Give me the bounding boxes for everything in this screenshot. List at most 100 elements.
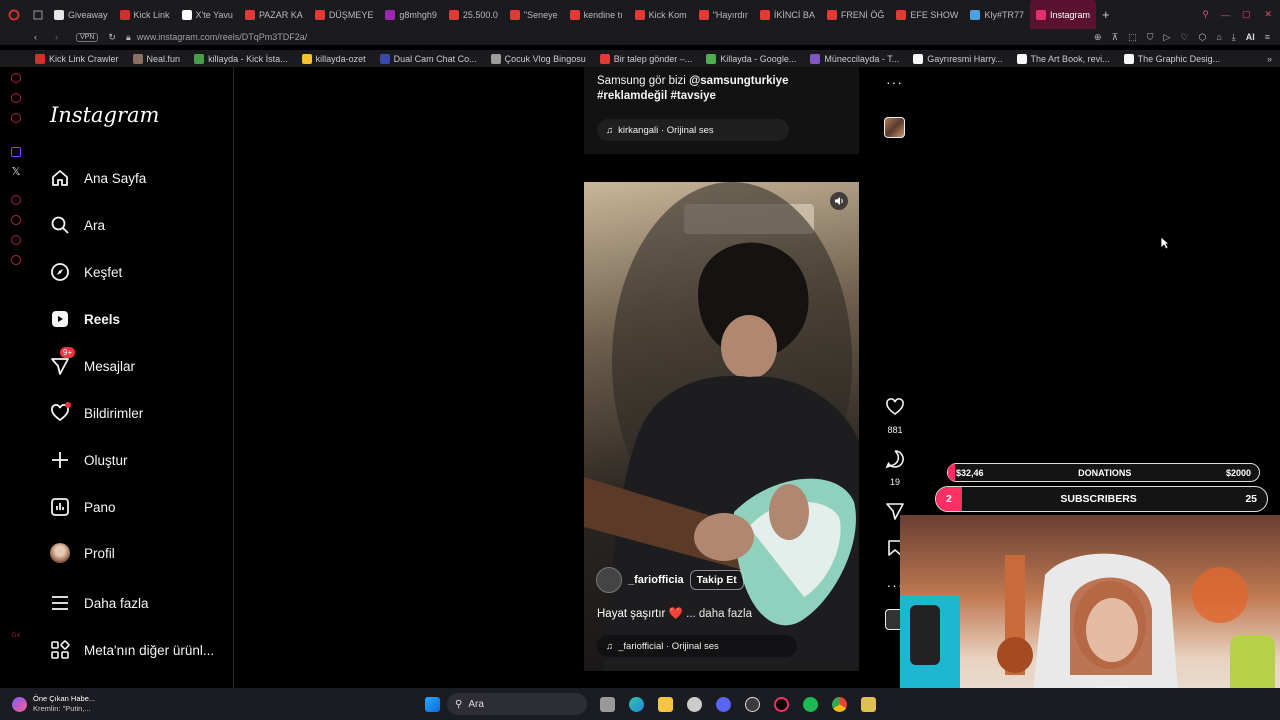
hashtag-links[interactable]: #reklamdeğil #tavsiye xyxy=(597,90,716,102)
taskbar-search[interactable]: ⚲ Ara xyxy=(447,693,587,715)
browser-tab[interactable]: FRENİ ÖĞ xyxy=(821,0,891,29)
bookmarks-overflow-icon[interactable]: » xyxy=(1267,54,1272,64)
extensions-icon[interactable]: ⬡ xyxy=(1198,32,1206,43)
mention-link[interactable]: @samsungturkiye xyxy=(689,75,788,87)
browser-tab[interactable]: "Hayırdır xyxy=(693,0,754,29)
bookmark-item[interactable]: Dual Cam Chat Co... xyxy=(373,53,484,64)
bookmark-item[interactable]: Gayrıresmi Harry... xyxy=(906,53,1009,64)
sidebar-item-more[interactable]: Daha fazla xyxy=(50,593,149,613)
sidebar-item-create[interactable]: Oluştur xyxy=(50,450,128,470)
zoom-icon[interactable]: ⊕ xyxy=(1094,32,1102,43)
read-more-link[interactable]: ... daha fazla xyxy=(686,608,752,620)
bookmark-item[interactable]: The Graphic Desig... xyxy=(1117,53,1228,64)
settings-icon[interactable] xyxy=(687,696,702,712)
sidebar-item-profile[interactable]: Profil xyxy=(50,543,115,563)
sidebar-item-search[interactable]: Ara xyxy=(50,215,105,235)
opera-sidebar-item[interactable] xyxy=(11,93,21,103)
browser-tab[interactable]: DÜŞMEYE xyxy=(309,0,380,29)
bookmark-item[interactable]: Neal.fun xyxy=(126,53,188,64)
back-icon[interactable]: ‹ xyxy=(34,32,37,42)
history-icon[interactable] xyxy=(11,215,21,225)
bookmark-item[interactable]: killayda-ozet xyxy=(295,53,373,64)
sidebar-item-explore[interactable]: Keşfet xyxy=(50,262,122,282)
sidebar-item-messages[interactable]: 9+ Mesajlar xyxy=(50,347,135,376)
file-explorer-icon[interactable] xyxy=(658,696,673,712)
wallet-icon[interactable]: ⌂ xyxy=(1216,32,1221,42)
bookmark-item[interactable]: killayda - Kick İsta... xyxy=(187,53,295,64)
reel-previous[interactable]: Samsung gör bizi @samsungturkiye #reklam… xyxy=(584,67,859,154)
play-icon[interactable]: ▷ xyxy=(1163,32,1170,43)
start-icon[interactable] xyxy=(425,696,440,712)
opera-sidebar-item[interactable] xyxy=(11,113,21,123)
sidebar-item-home[interactable]: Ana Sayfa xyxy=(50,168,146,188)
forward-icon[interactable]: › xyxy=(55,32,58,42)
browser-tab[interactable]: İKİNCİ BA xyxy=(754,0,821,29)
browser-tab[interactable]: 25.500.0 xyxy=(443,0,504,29)
notes-app-icon[interactable] xyxy=(861,696,876,712)
bookmark-item[interactable]: The Art Book, revi... xyxy=(1010,53,1117,64)
browser-tab[interactable]: EFE SHOW xyxy=(890,0,964,29)
volume-icon[interactable] xyxy=(830,192,848,210)
audio-pill[interactable]: ♫ kirkangali · Orijinal ses xyxy=(597,119,789,141)
pin-icon[interactable]: ⊼ xyxy=(1112,32,1119,43)
sidebar-item-reels[interactable]: Reels xyxy=(50,309,120,329)
ai-button[interactable]: AI xyxy=(1246,32,1255,42)
more-options-icon[interactable]: ··· xyxy=(886,74,903,90)
browser-tab[interactable]: X'te Yavu xyxy=(176,0,239,29)
author-avatar[interactable] xyxy=(596,567,622,593)
browser-tab[interactable]: g8mhgh9 xyxy=(379,0,443,29)
twitch-icon[interactable] xyxy=(11,147,21,157)
opera-sidebar-item[interactable] xyxy=(11,195,21,205)
download-icon[interactable]: ⤓ xyxy=(1232,32,1236,43)
discord-icon[interactable] xyxy=(716,696,731,712)
maximize-icon[interactable]: ▢ xyxy=(1236,9,1257,20)
follow-button[interactable]: Takip Et xyxy=(689,570,744,590)
author-username[interactable]: _fariofficia xyxy=(628,574,684,586)
browser-tab[interactable]: Kick Link xyxy=(114,0,176,29)
vpn-badge[interactable]: VPN xyxy=(76,32,99,42)
instagram-logo[interactable]: Instagram xyxy=(50,103,159,127)
sidebar-item-dashboard[interactable]: Pano xyxy=(50,497,116,517)
spotify-icon[interactable] xyxy=(803,696,818,712)
browser-tab[interactable]: Kick Kom xyxy=(629,0,693,29)
browser-tab[interactable]: Instagram xyxy=(1029,0,1096,29)
bookmark-item[interactable]: Bir talep gönder –... xyxy=(593,53,700,64)
snapshot-icon[interactable]: ⬚ xyxy=(1128,32,1137,43)
opera-sidebar-item[interactable] xyxy=(11,235,21,245)
chrome-icon[interactable] xyxy=(832,696,847,712)
browser-tab[interactable]: kendine tı xyxy=(564,0,629,29)
opera-logo-icon[interactable] xyxy=(0,9,28,21)
bookmark-item[interactable]: Kick Link Crawler xyxy=(28,53,126,64)
bookmark-heart-icon[interactable]: ♡ xyxy=(1180,32,1188,43)
obs-icon[interactable] xyxy=(745,696,760,712)
search-tabs-icon[interactable]: ⚲ xyxy=(1196,9,1215,20)
x-icon[interactable]: 𝕏 xyxy=(12,167,21,178)
audio-thumbnail[interactable] xyxy=(884,117,905,138)
minimize-icon[interactable]: — xyxy=(1215,10,1236,20)
adblock-icon[interactable]: ⛉ xyxy=(1147,32,1154,43)
task-view-icon[interactable] xyxy=(600,696,615,712)
reel-video[interactable]: _fariofficia Takip Et Hayat şaşırtır ❤️ … xyxy=(584,182,859,671)
browser-tab[interactable]: Giveaway xyxy=(48,0,114,29)
workspace-icon[interactable] xyxy=(28,10,48,20)
browser-tab[interactable]: PAZAR KA xyxy=(239,0,309,29)
reload-icon[interactable]: ↻ xyxy=(108,32,116,43)
opera-gx-icon[interactable] xyxy=(774,696,789,712)
bookmark-item[interactable]: Çocuk Vlog Bingosu xyxy=(484,53,593,64)
settings-icon[interactable] xyxy=(11,255,21,265)
like-icon[interactable] xyxy=(885,397,905,419)
url-field[interactable]: www.instagram.com/reels/DTqPm3TDF2a/ xyxy=(137,32,308,42)
opera-sidebar-item[interactable] xyxy=(11,73,21,83)
bookmark-item[interactable]: Müneccilayda - T... xyxy=(803,53,906,64)
sidebar-item-meta[interactable]: Meta'nın diğer ürünl... xyxy=(50,640,214,660)
close-window-icon[interactable]: ✕ xyxy=(1256,9,1280,20)
comment-icon[interactable] xyxy=(885,449,905,471)
browser-tab[interactable]: "Seneye xyxy=(504,0,564,29)
edge-icon[interactable] xyxy=(629,696,644,712)
sidebar-item-notifications[interactable]: Bildirimler xyxy=(50,402,143,423)
news-widget[interactable]: Öne Çıkan Habe... Kremlin: "Putin,... xyxy=(12,694,162,714)
browser-menu-icon[interactable]: ≡ xyxy=(1265,32,1270,42)
browser-tab[interactable]: Kly#TR77 xyxy=(964,0,1030,29)
audio-pill[interactable]: ♫ _fariofficial · Orijinal ses xyxy=(597,635,797,657)
bookmark-item[interactable]: Killayda - Google... xyxy=(699,53,803,64)
